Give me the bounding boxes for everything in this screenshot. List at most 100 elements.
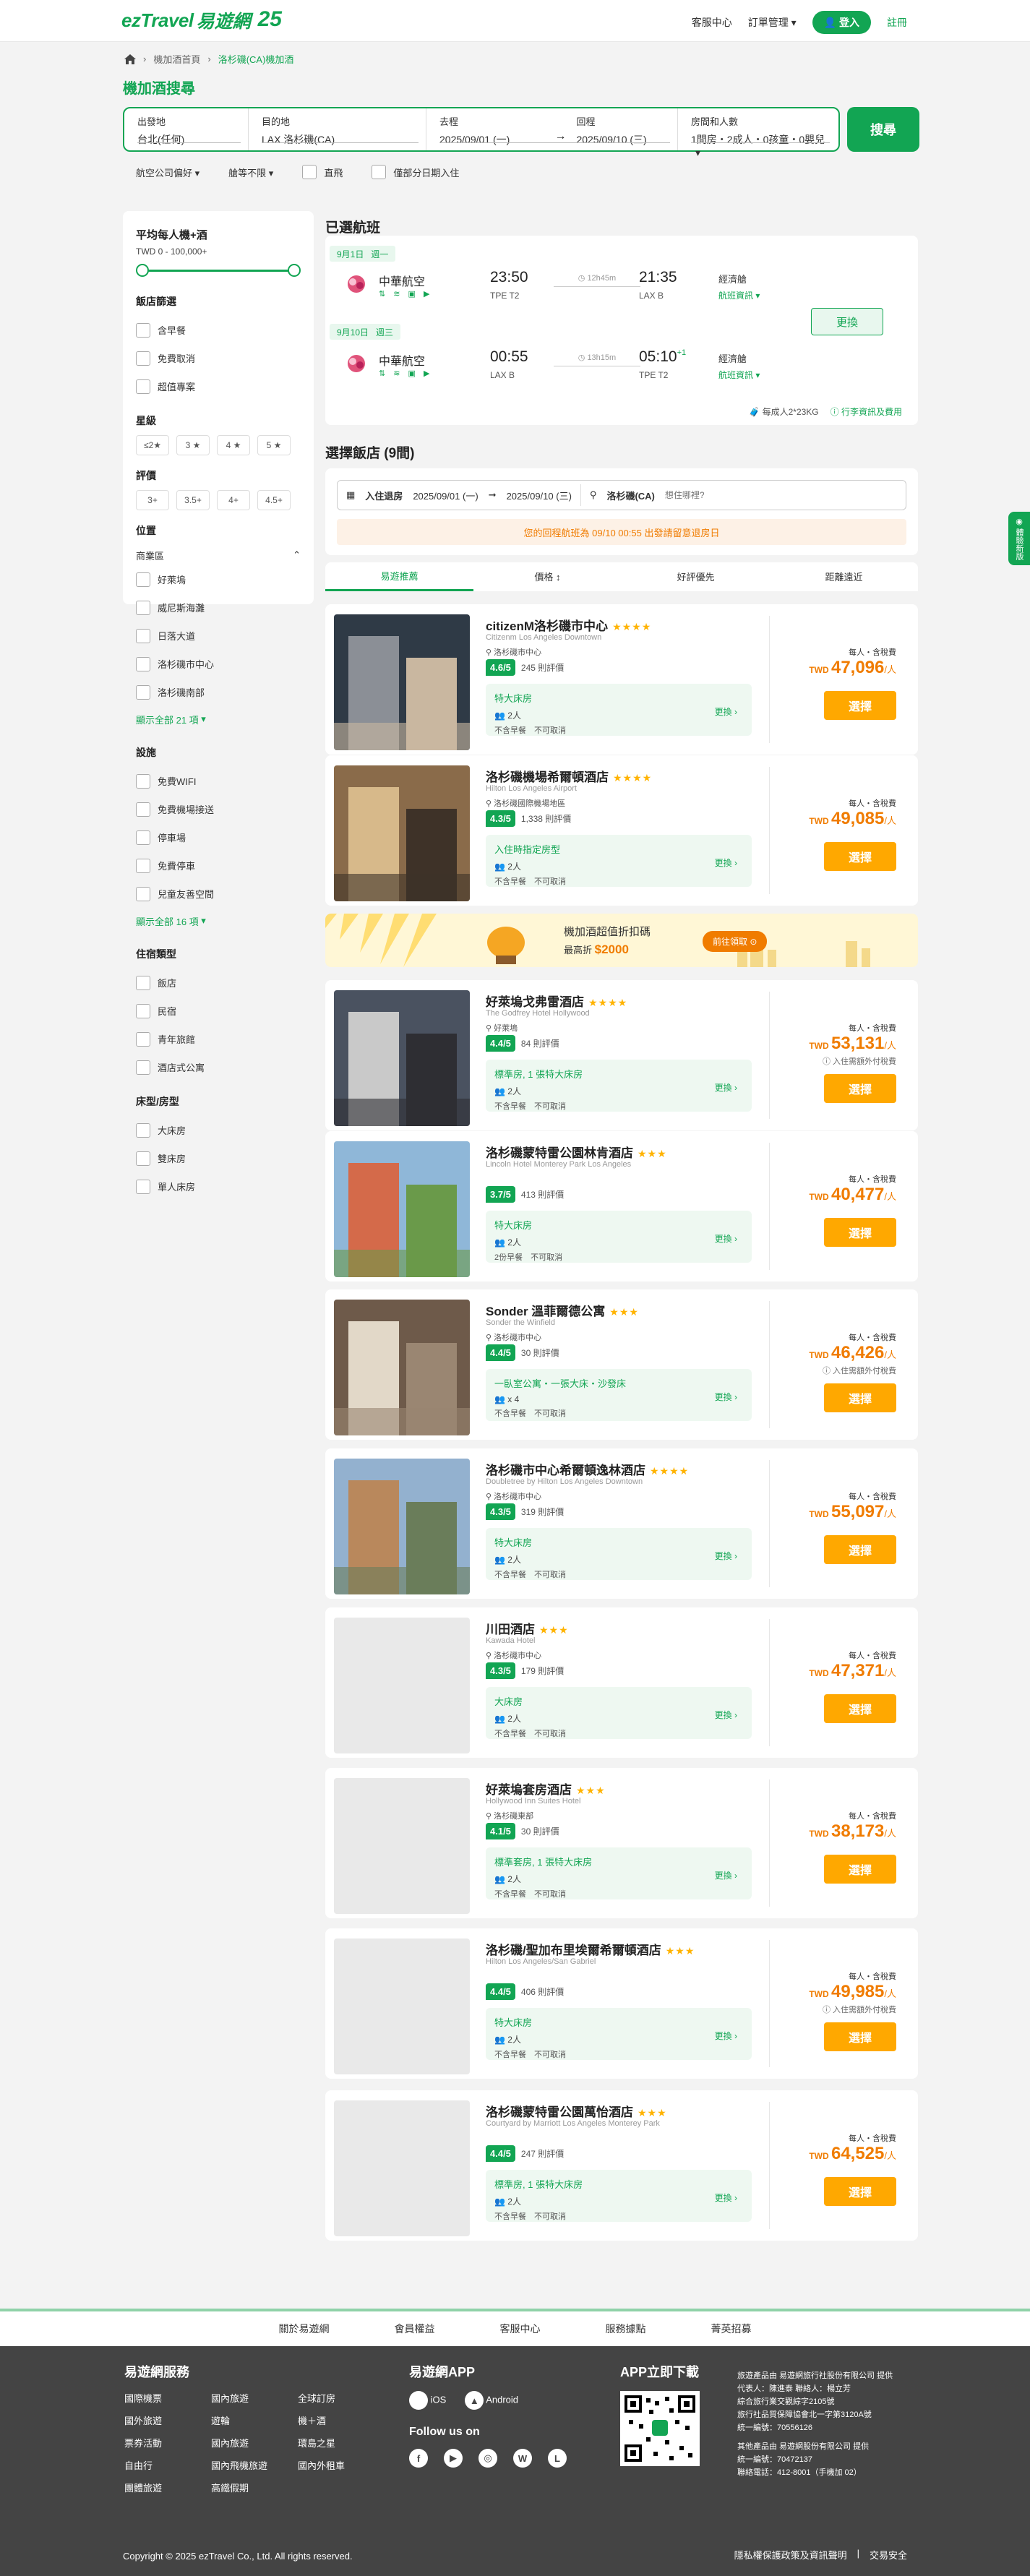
hotel-card[interactable]: 好萊塢套房酒店 ★★★ Hollywood Inn Suites Hotel ⚲ …	[325, 1768, 918, 1918]
facility-show-all[interactable]: 顯示全部 16 項 ▾	[136, 908, 301, 934]
baggage-rules-link[interactable]: ⓘ 行李資訊及費用	[831, 405, 902, 418]
hotel-keyword-field[interactable]: ⚲ 洛杉磯(CA)	[581, 481, 782, 510]
star-pill-3[interactable]: 3 ★	[176, 435, 210, 455]
rating-pill-3[interactable]: 3+	[136, 490, 169, 510]
select-hotel-button[interactable]: 選擇	[824, 1855, 896, 1884]
change-room-link[interactable]: 更換 ›	[715, 1709, 737, 1721]
select-hotel-button[interactable]: 選擇	[824, 2022, 896, 2051]
nav-customer-service[interactable]: 客服中心	[692, 15, 732, 30]
bed-twin[interactable]: 雙床房	[136, 1144, 301, 1172]
line-icon[interactable]: L	[548, 2449, 567, 2468]
room-option[interactable]: 標準房, 1 張特大床房 👥 2人 不含早餐 不可取消 更換 ›	[486, 2170, 752, 2222]
hotel-name[interactable]: 洛杉磯蒙特雷公園萬怡酒店 ★★★	[486, 2102, 667, 2120]
change-flight-button[interactable]: 更換	[811, 308, 883, 335]
type-hotel[interactable]: 飯店	[136, 969, 301, 997]
hotel-name[interactable]: 洛杉磯機場希爾頓酒店 ★★★★	[486, 767, 652, 785]
location-hollywood[interactable]: 好萊塢	[136, 565, 301, 593]
home-icon[interactable]	[124, 53, 136, 64]
location-group-toggle[interactable]: 商業區 ⌃	[136, 545, 301, 565]
select-hotel-button[interactable]: 選擇	[824, 1218, 896, 1247]
location-downtown[interactable]: 洛杉磯市中心	[136, 650, 301, 678]
hotel-keyword-input[interactable]	[664, 490, 773, 500]
facility-free-parking[interactable]: 免費停車	[136, 851, 301, 880]
select-hotel-button[interactable]: 選擇	[824, 691, 896, 720]
hotel-name[interactable]: 洛杉磯市中心希爾頓逸林酒店 ★★★★	[486, 1460, 689, 1478]
flight-info-toggle[interactable]: 航班資訊 ▾	[718, 369, 760, 381]
hotel-card[interactable]: Sonder 溫菲爾德公寓 ★★★ Sonder the Winfield ⚲ 洛…	[325, 1289, 918, 1440]
change-room-link[interactable]: 更換 ›	[715, 705, 737, 718]
room-option[interactable]: 一臥室公寓・一張大床・沙發床 👥 x 4 不含早餐 不可取消 更換 ›	[486, 1369, 752, 1421]
privacy-policy-link[interactable]: 隱私權保護政策及資訊聲明	[734, 2548, 847, 2562]
promo-cta-button[interactable]: 前往領取 ⊙	[703, 931, 768, 952]
facility-parking[interactable]: 停車場	[136, 823, 301, 851]
hotel-name[interactable]: 川田酒店 ★★★	[486, 1619, 569, 1637]
ios-link[interactable]: iOS	[409, 2391, 446, 2410]
room-option[interactable]: 標準房, 1 張特大床房 👥 2人 不含早餐 不可取消 更換 ›	[486, 1060, 752, 1112]
footer-service-link[interactable]: 遊輪	[211, 2413, 298, 2427]
tab-rating[interactable]: 好評優先	[622, 562, 770, 591]
room-option[interactable]: 特大床房 👥 2人 不含早餐 不可取消 更換 ›	[486, 684, 752, 736]
hotel-photo[interactable]	[334, 614, 470, 750]
select-hotel-button[interactable]: 選擇	[824, 1694, 896, 1723]
change-room-link[interactable]: 更換 ›	[715, 1232, 737, 1245]
hotel-name[interactable]: 洛杉磯/聖加布里埃爾希爾頓酒店 ★★★	[486, 1940, 695, 1958]
rating-pill-4[interactable]: 4+	[217, 490, 250, 510]
star-pill-4[interactable]: 4 ★	[217, 435, 250, 455]
bed-single[interactable]: 單人床房	[136, 1172, 301, 1201]
airline-preference-dropdown[interactable]: 航空公司偏好 ▾	[136, 166, 199, 179]
footer-service-link[interactable]: 環島之星	[298, 2436, 385, 2450]
hotel-card[interactable]: 洛杉磯蒙特雷公園林肯酒店 ★★★ Lincoln Hotel Monterey P…	[325, 1131, 918, 1281]
new-version-tab[interactable]: ◉ 體驗新版	[1008, 512, 1030, 565]
footer-link-careers[interactable]: 菁英招募	[711, 2322, 752, 2336]
room-option[interactable]: 大床房 👥 2人 不含早餐 不可取消 更換 ›	[486, 1687, 752, 1739]
room-option[interactable]: 標準套房, 1 張特大床房 👥 2人 不含早餐 不可取消 更換 ›	[486, 1847, 752, 1899]
facility-wifi[interactable]: 免費WIFI	[136, 767, 301, 795]
change-room-link[interactable]: 更換 ›	[715, 856, 737, 869]
partial-stay-checkbox[interactable]: 僅部分日期入住	[372, 165, 459, 179]
tab-recommended[interactable]: 易遊推薦	[325, 562, 473, 591]
origin-field[interactable]: 出發地 台北(任何)	[124, 108, 249, 150]
hotel-photo[interactable]	[334, 1618, 470, 1753]
room-option[interactable]: 入住時指定房型 👥 2人 不含早餐 不可取消 更換 ›	[486, 835, 752, 887]
footer-service-link[interactable]: 國際機票	[124, 2391, 211, 2405]
footer-service-link[interactable]: 高鐵假期	[211, 2481, 298, 2494]
hotel-photo[interactable]	[334, 2100, 470, 2236]
transaction-security-link[interactable]: 交易安全	[870, 2548, 907, 2562]
footer-link-about[interactable]: 關於易遊網	[279, 2322, 330, 2336]
facebook-icon[interactable]: f	[409, 2449, 428, 2468]
promo-banner[interactable]: 機加酒超值折扣碼 最高折 $2000 前往領取 ⊙	[325, 914, 918, 967]
filter-value-deal[interactable]: 超值專案	[136, 372, 301, 400]
footer-link-member[interactable]: 會員權益	[395, 2322, 435, 2336]
hotel-photo[interactable]	[334, 1141, 470, 1277]
login-button[interactable]: 👤 登入	[812, 11, 871, 34]
instagram-icon[interactable]: ◎	[478, 2449, 497, 2468]
type-apartment[interactable]: 酒店式公寓	[136, 1053, 301, 1081]
hotel-card[interactable]: citizenM洛杉磯市中心 ★★★★ Citizenm Los Angeles …	[325, 604, 918, 755]
room-option[interactable]: 特大床房 👥 2人 2份早餐 不可取消 更換 ›	[486, 1211, 752, 1263]
footer-link-locations[interactable]: 服務據點	[606, 2322, 646, 2336]
stay-dates-field[interactable]: ▦ 入住退房 2025/09/01 (一) ➞ 2025/09/10 (三)	[338, 481, 580, 510]
hotel-card[interactable]: 洛杉磯/聖加布里埃爾希爾頓酒店 ★★★ Hilton Los Angeles/Sa…	[325, 1928, 918, 2079]
footer-link-support[interactable]: 客服中心	[500, 2322, 541, 2336]
select-hotel-button[interactable]: 選擇	[824, 842, 896, 871]
hotel-card[interactable]: 洛杉磯蒙特雷公園萬怡酒店 ★★★ Courtyard by Marriott Lo…	[325, 2090, 918, 2241]
change-room-link[interactable]: 更換 ›	[715, 1081, 737, 1094]
hotel-card[interactable]: 好萊塢戈弗雷酒店 ★★★★ The Godfrey Hotel Hollywood…	[325, 980, 918, 1130]
hotel-photo[interactable]	[334, 1939, 470, 2074]
rating-pill-3-5[interactable]: 3.5+	[176, 490, 210, 510]
select-hotel-button[interactable]: 選擇	[824, 1383, 896, 1412]
select-hotel-button[interactable]: 選擇	[824, 2177, 896, 2206]
date-range-field[interactable]: 去程 2025/09/01 (一) → 回程 2025/09/10 (三)	[426, 108, 678, 150]
footer-service-link[interactable]: 國內飛機旅遊	[211, 2458, 298, 2472]
star-pill-2[interactable]: ≤2★	[136, 435, 169, 455]
facility-shuttle[interactable]: 免費機場接送	[136, 795, 301, 823]
select-hotel-button[interactable]: 選擇	[824, 1074, 896, 1103]
search-button[interactable]: 搜尋	[847, 107, 919, 152]
location-south[interactable]: 洛杉磯南部	[136, 678, 301, 706]
footer-service-link[interactable]: 國內外租車	[298, 2458, 385, 2472]
destination-field[interactable]: 目的地 LAX 洛杉磯(CA)	[249, 108, 426, 150]
location-sunset[interactable]: 日落大道	[136, 622, 301, 650]
price-slider[interactable]	[136, 259, 301, 281]
hotel-name[interactable]: citizenM洛杉磯市中心 ★★★★	[486, 616, 651, 634]
footer-service-link[interactable]: 機＋酒	[298, 2413, 385, 2427]
